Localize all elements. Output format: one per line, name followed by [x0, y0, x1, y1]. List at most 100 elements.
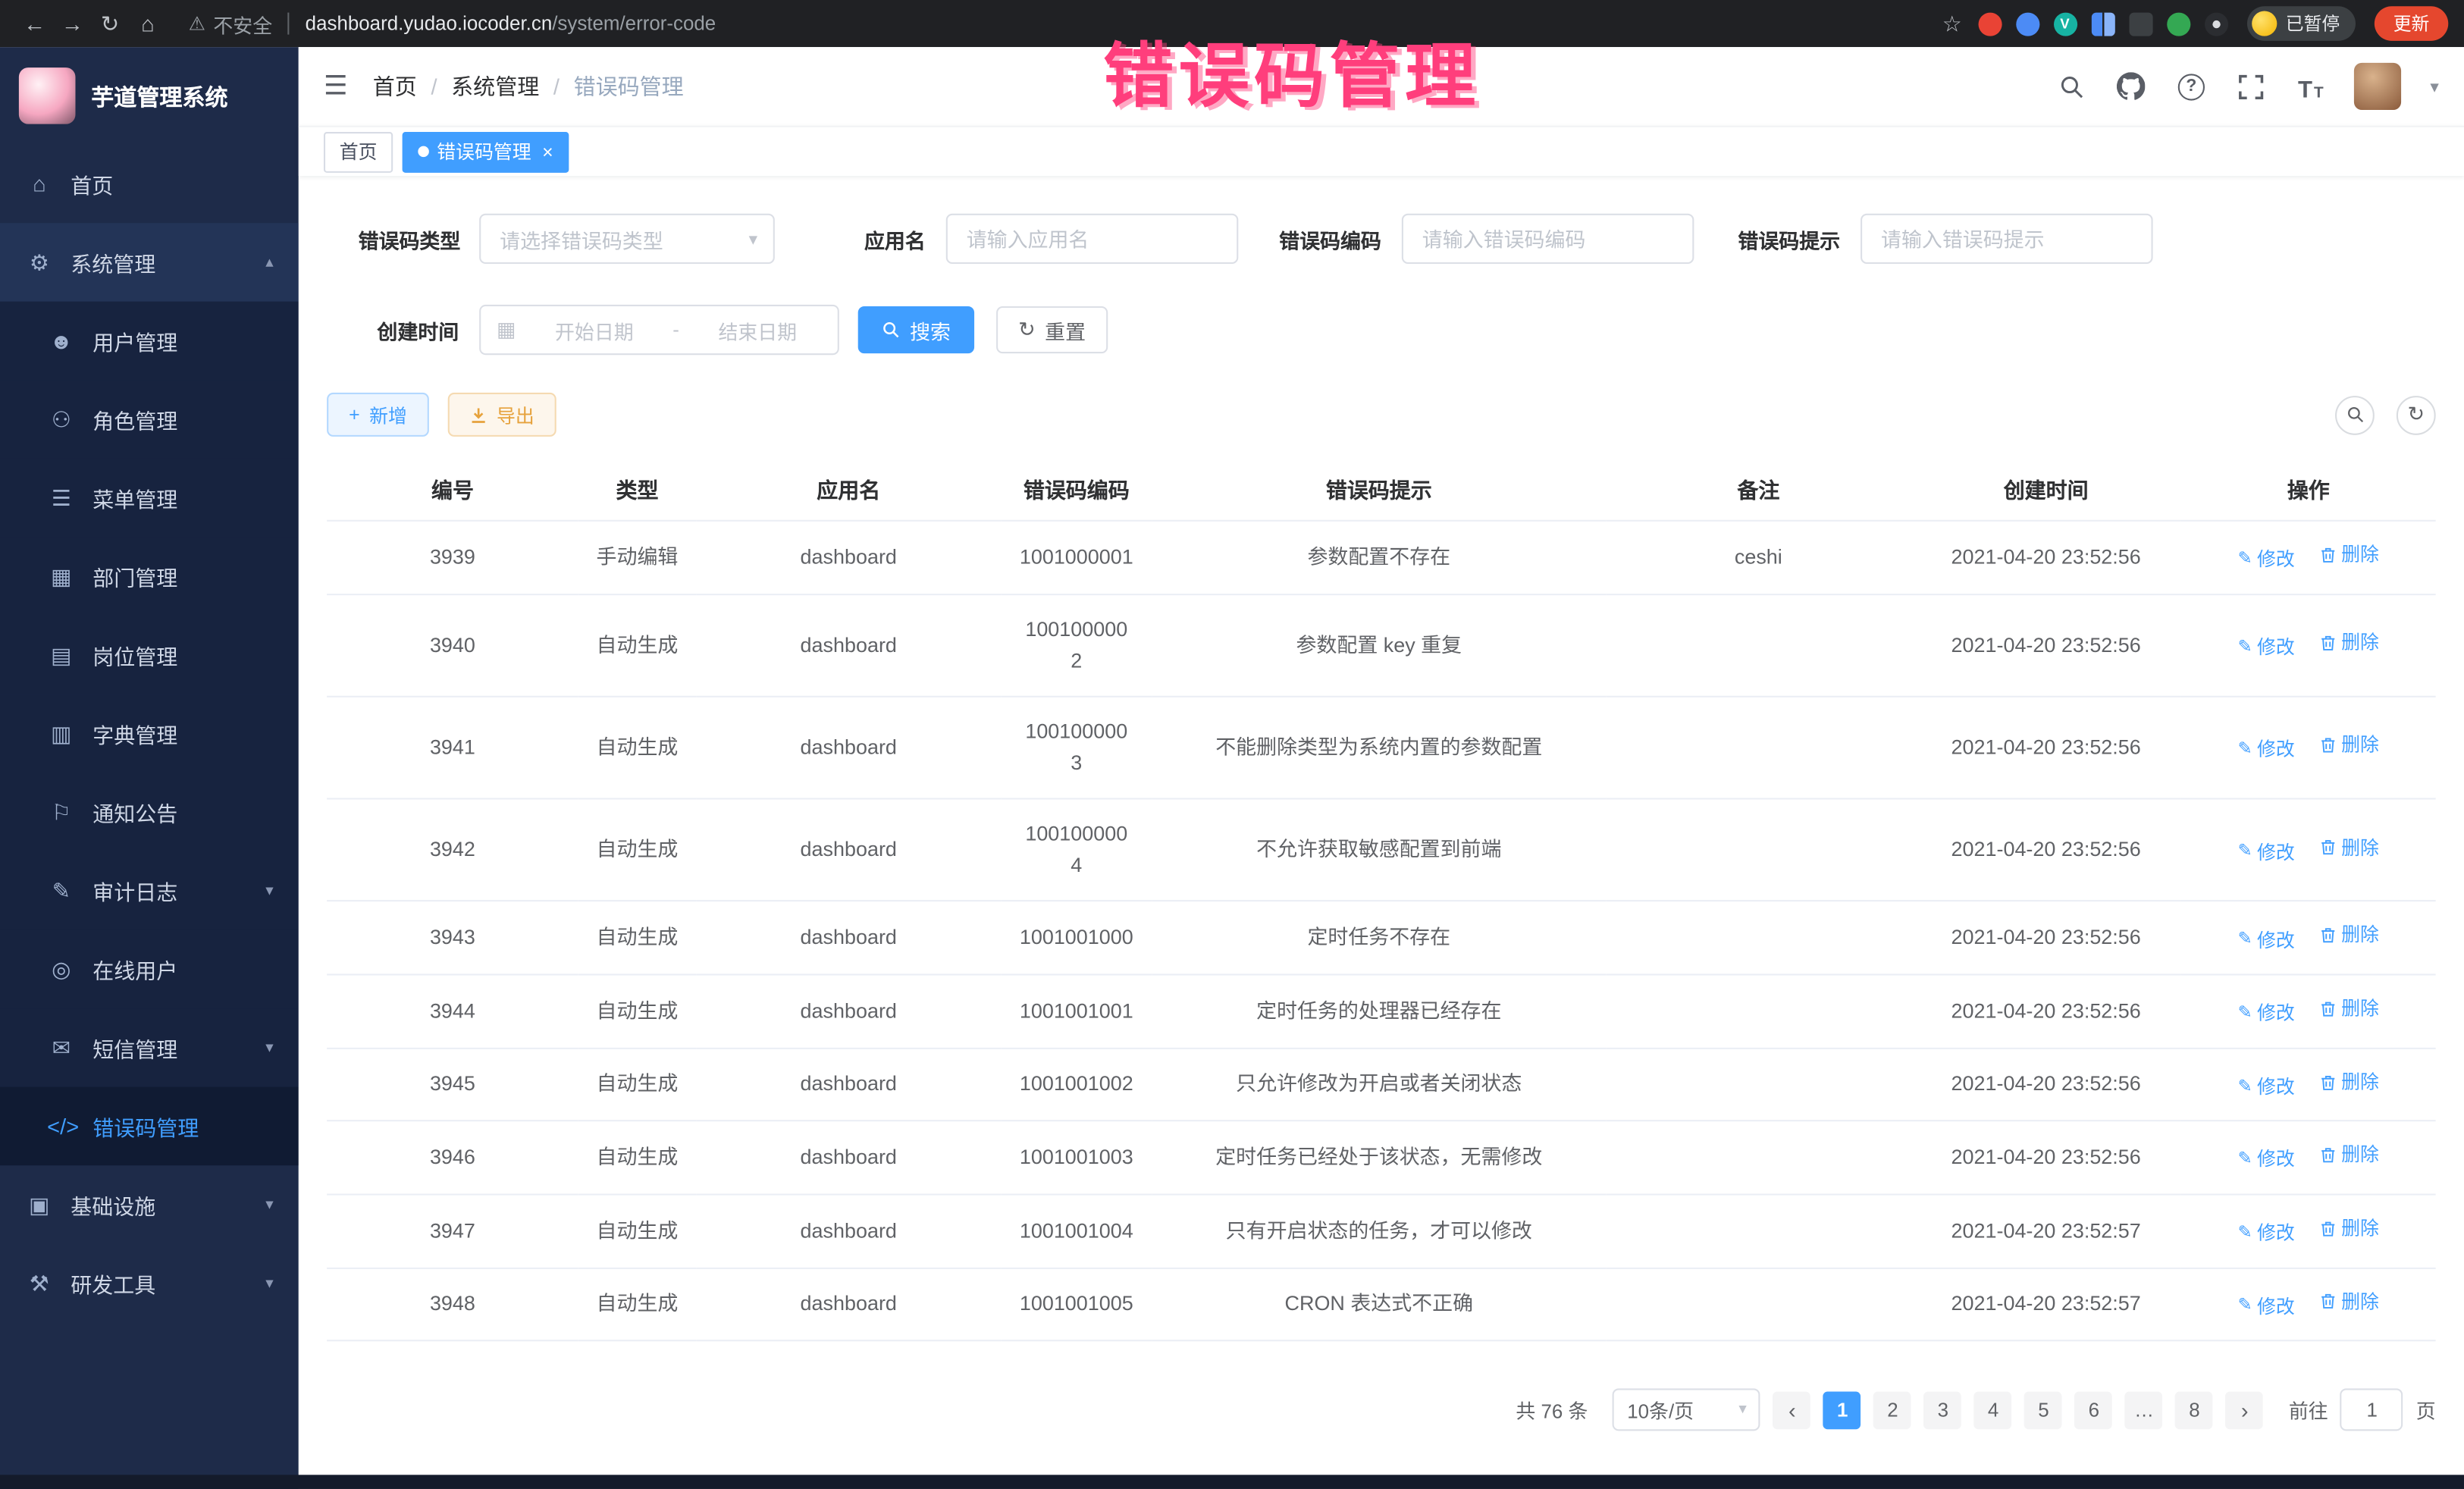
sidebar-item-dev-tools[interactable]: ⚒ 研发工具 ▾: [0, 1244, 299, 1323]
tab-error-code[interactable]: 错误码管理 ×: [403, 131, 569, 172]
delete-link[interactable]: 删除: [2319, 921, 2379, 951]
page-ellipsis[interactable]: …: [2125, 1391, 2163, 1429]
reload-icon[interactable]: ↻: [91, 10, 129, 36]
breadcrumb-home[interactable]: 首页: [373, 71, 417, 102]
page-button-8[interactable]: 8: [2176, 1391, 2214, 1429]
forward-icon[interactable]: →: [53, 11, 91, 36]
user-avatar[interactable]: [2355, 63, 2402, 110]
chevron-down-icon: ▾: [265, 1196, 273, 1214]
refresh-table-icon[interactable]: ↻: [2397, 395, 2436, 434]
extension-green-icon[interactable]: [2166, 12, 2190, 36]
sidebar-item-notice[interactable]: ⚐ 通知公告: [0, 773, 299, 851]
extension-v-icon[interactable]: V: [2053, 12, 2077, 36]
dropdown-caret-icon[interactable]: ▾: [2430, 76, 2438, 96]
address-bar[interactable]: dashboard.yudao.iocoder.cn/system/error-…: [306, 13, 716, 35]
edit-link[interactable]: ✎修改: [2238, 999, 2295, 1029]
error-code-input[interactable]: [1402, 214, 1694, 264]
goto-label: 前往: [2289, 1395, 2328, 1425]
extension-grid-icon[interactable]: [2091, 12, 2114, 36]
error-msg-input[interactable]: [1861, 214, 2153, 264]
delete-link[interactable]: 删除: [2319, 541, 2379, 570]
add-button[interactable]: + 新增: [327, 393, 429, 437]
edit-link[interactable]: ✎修改: [2238, 735, 2295, 765]
sidebar-item-user[interactable]: ☻ 用户管理: [0, 302, 299, 381]
date-range-picker[interactable]: ▦ 开始日期 - 结束日期: [479, 305, 839, 355]
edit-icon: ✎: [2238, 547, 2252, 573]
toggle-search-icon[interactable]: [2335, 395, 2375, 434]
next-page-button[interactable]: ›: [2226, 1391, 2264, 1429]
edit-link[interactable]: ✎修改: [2238, 1072, 2295, 1102]
edit-link[interactable]: ✎修改: [2238, 633, 2295, 663]
reset-button[interactable]: ↻ 重置: [996, 306, 1108, 353]
sidebar-item-system[interactable]: ⚙ 系统管理 ▴: [0, 223, 299, 302]
edit-link[interactable]: ✎修改: [2238, 838, 2295, 867]
delete-link[interactable]: 删除: [2319, 1287, 2379, 1317]
sidebar-item-dict[interactable]: ▥ 字典管理: [0, 694, 299, 773]
logo-row[interactable]: 芋道管理系统: [0, 47, 299, 144]
search-icon[interactable]: [2056, 71, 2087, 102]
cell-remark: [1606, 901, 1911, 975]
page-button-1[interactable]: 1: [1823, 1391, 1861, 1429]
font-size-icon[interactable]: TT: [2295, 71, 2326, 102]
sidebar-item-audit-log[interactable]: ✎ 审计日志 ▾: [0, 851, 299, 930]
breadcrumb-system[interactable]: 系统管理: [451, 71, 539, 102]
page-button-5[interactable]: 5: [2025, 1391, 2063, 1429]
prev-page-button[interactable]: ‹: [1773, 1391, 1811, 1429]
sidebar-item-dept[interactable]: ▦ 部门管理: [0, 538, 299, 616]
sidebar-item-home[interactable]: ⌂ 首页: [0, 145, 299, 224]
security-label: 不安全: [213, 8, 272, 38]
extension-blue-icon[interactable]: [2015, 12, 2039, 36]
cell-time: 2021-04-20 23:52:56: [1911, 901, 2181, 975]
edit-link[interactable]: ✎修改: [2238, 926, 2295, 955]
cell-msg: 定时任务不存在: [1152, 901, 1606, 975]
page-size-select[interactable]: 10条/页 ▾: [1613, 1389, 1761, 1431]
sidebar-item-online-user[interactable]: ◎ 在线用户: [0, 929, 299, 1008]
help-icon[interactable]: ?: [2176, 71, 2207, 102]
page-button-4[interactable]: 4: [1974, 1391, 2012, 1429]
edit-link[interactable]: ✎修改: [2238, 1292, 2295, 1321]
search-button[interactable]: 搜索: [858, 306, 974, 353]
delete-link[interactable]: 删除: [2319, 995, 2379, 1024]
extension-pin-icon[interactable]: [2204, 12, 2227, 36]
sidebar-item-error-code[interactable]: </> 错误码管理: [0, 1087, 299, 1166]
sidebar-item-role[interactable]: ⚇ 角色管理: [0, 380, 299, 459]
extension-red-icon[interactable]: [1977, 12, 2001, 36]
sidebar-item-post[interactable]: ▤ 岗位管理: [0, 616, 299, 694]
browser-home-icon[interactable]: ⌂: [129, 11, 167, 36]
delete-link[interactable]: 删除: [2319, 833, 2379, 863]
plus-icon: +: [349, 403, 360, 425]
hamburger-icon[interactable]: ☰: [324, 71, 348, 102]
delete-link[interactable]: 删除: [2319, 731, 2379, 760]
edit-link[interactable]: ✎修改: [2238, 1146, 2295, 1175]
edit-link[interactable]: ✎修改: [2238, 545, 2295, 575]
edit-link[interactable]: ✎修改: [2238, 1219, 2295, 1249]
error-type-select[interactable]: 请选择错误码类型 ▾: [479, 214, 775, 264]
app-name-input[interactable]: [946, 214, 1239, 264]
extension-dark-icon[interactable]: [2128, 12, 2152, 36]
goto-page-input[interactable]: [2340, 1389, 2403, 1431]
sidebar-item-infra[interactable]: ▣ 基础设施 ▾: [0, 1165, 299, 1244]
github-icon[interactable]: [2116, 71, 2147, 102]
table-tools: ↻: [2335, 395, 2436, 434]
tab-home[interactable]: 首页: [324, 131, 393, 172]
back-icon[interactable]: ←: [16, 11, 54, 36]
fullscreen-icon[interactable]: [2235, 71, 2266, 102]
profile-avatar: [2251, 11, 2276, 36]
page-button-6[interactable]: 6: [2075, 1391, 2113, 1429]
page-button-3[interactable]: 3: [1924, 1391, 1962, 1429]
sidebar-item-menu[interactable]: ☰ 菜单管理: [0, 459, 299, 538]
security-chip[interactable]: ⚠ 不安全: [189, 8, 272, 38]
cell-app: dashboard: [696, 799, 1001, 901]
delete-link[interactable]: 删除: [2319, 1067, 2379, 1097]
browser-profile-chip[interactable]: 已暂停: [2246, 6, 2356, 41]
table-row: 3939 手动编辑 dashboard 1001000001 参数配置不存在 c…: [327, 521, 2436, 594]
sidebar-item-sms[interactable]: ✉ 短信管理 ▾: [0, 1008, 299, 1087]
page-button-2[interactable]: 2: [1874, 1391, 1912, 1429]
browser-update-button[interactable]: 更新: [2375, 6, 2448, 41]
close-icon[interactable]: ×: [542, 140, 553, 162]
delete-link[interactable]: 删除: [2319, 1141, 2379, 1171]
bookmark-star-icon[interactable]: ☆: [1942, 10, 1962, 36]
export-button[interactable]: 导出: [448, 393, 556, 437]
delete-link[interactable]: 删除: [2319, 1214, 2379, 1243]
delete-link[interactable]: 删除: [2319, 629, 2379, 658]
